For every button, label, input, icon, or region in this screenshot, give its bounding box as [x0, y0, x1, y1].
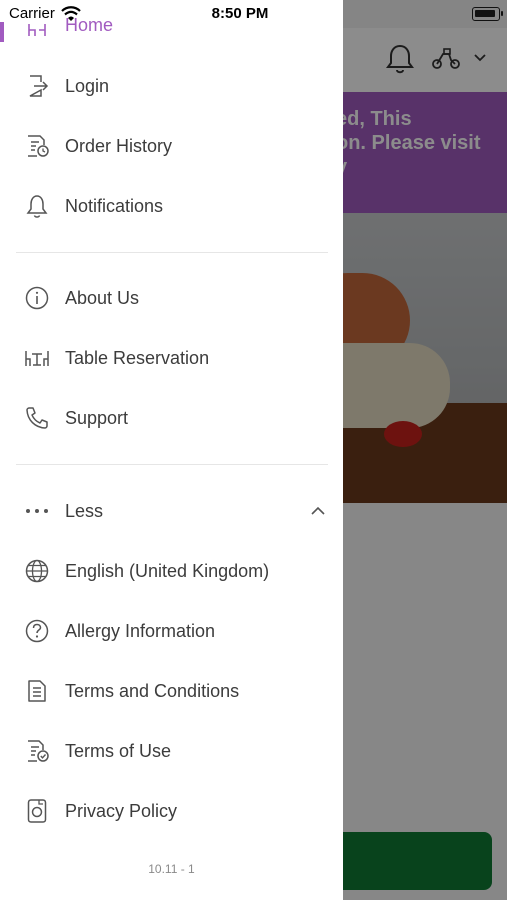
menu-item-table-reservation[interactable]: Table Reservation [0, 330, 343, 386]
menu-item-privacy-policy[interactable]: Privacy Policy [0, 783, 343, 839]
question-icon [24, 618, 50, 644]
clock-time: 8:50 PM [211, 5, 269, 22]
menu-item-allergy-information[interactable]: Allergy Information [0, 603, 343, 659]
menu-item-less-toggle[interactable]: Less [0, 483, 343, 539]
menu-item-login[interactable]: Login [0, 58, 343, 114]
menu-label-terms-and-conditions: Terms and Conditions [65, 680, 240, 701]
app-version: 10.11 - 1 [148, 862, 195, 876]
menu-label-language: English (United Kingdom) [65, 560, 270, 581]
menu-item-terms-of-use[interactable]: Terms of Use [0, 723, 343, 779]
menu-label-support: Support [65, 407, 129, 428]
menu-item-notifications[interactable]: Notifications [0, 178, 343, 234]
menu-label-order-history: Order History [65, 135, 173, 156]
menu-item-about-us[interactable]: About Us [0, 270, 343, 326]
status-bar: Carrier 8:50 PM [0, 0, 507, 28]
order-history-icon [24, 133, 50, 159]
section-divider [16, 464, 328, 465]
globe-icon [24, 558, 50, 584]
section-divider [16, 252, 328, 253]
phone-icon [24, 405, 50, 431]
menu-label-table-reservation: Table Reservation [65, 347, 210, 368]
menu-label-less: Less [65, 500, 104, 521]
menu-label-privacy-policy: Privacy Policy [65, 800, 178, 821]
chevron-up-icon [311, 506, 325, 515]
menu-item-terms-and-conditions[interactable]: Terms and Conditions [0, 663, 343, 719]
menu-item-language[interactable]: English (United Kingdom) [0, 543, 343, 599]
more-dots-icon [24, 498, 50, 524]
login-icon [24, 73, 50, 99]
battery-nub [501, 11, 503, 16]
menu-label-about-us: About Us [65, 287, 140, 308]
menu-item-order-history[interactable]: Order History [0, 118, 343, 174]
privacy-icon [24, 798, 50, 824]
menu-item-support[interactable]: Support [0, 390, 343, 446]
document-check-icon [24, 738, 50, 764]
menu-label-allergy-information: Allergy Information [65, 620, 216, 641]
side-drawer: Home Login Order History Notifications A… [0, 0, 343, 900]
bell-icon [24, 193, 50, 219]
menu-label-login: Login [65, 75, 110, 96]
info-icon [24, 285, 50, 311]
table-icon [24, 345, 50, 371]
menu-label-terms-of-use: Terms of Use [65, 740, 172, 761]
battery-icon [472, 7, 500, 21]
menu-label-notifications: Notifications [65, 195, 164, 216]
document-icon [24, 678, 50, 704]
